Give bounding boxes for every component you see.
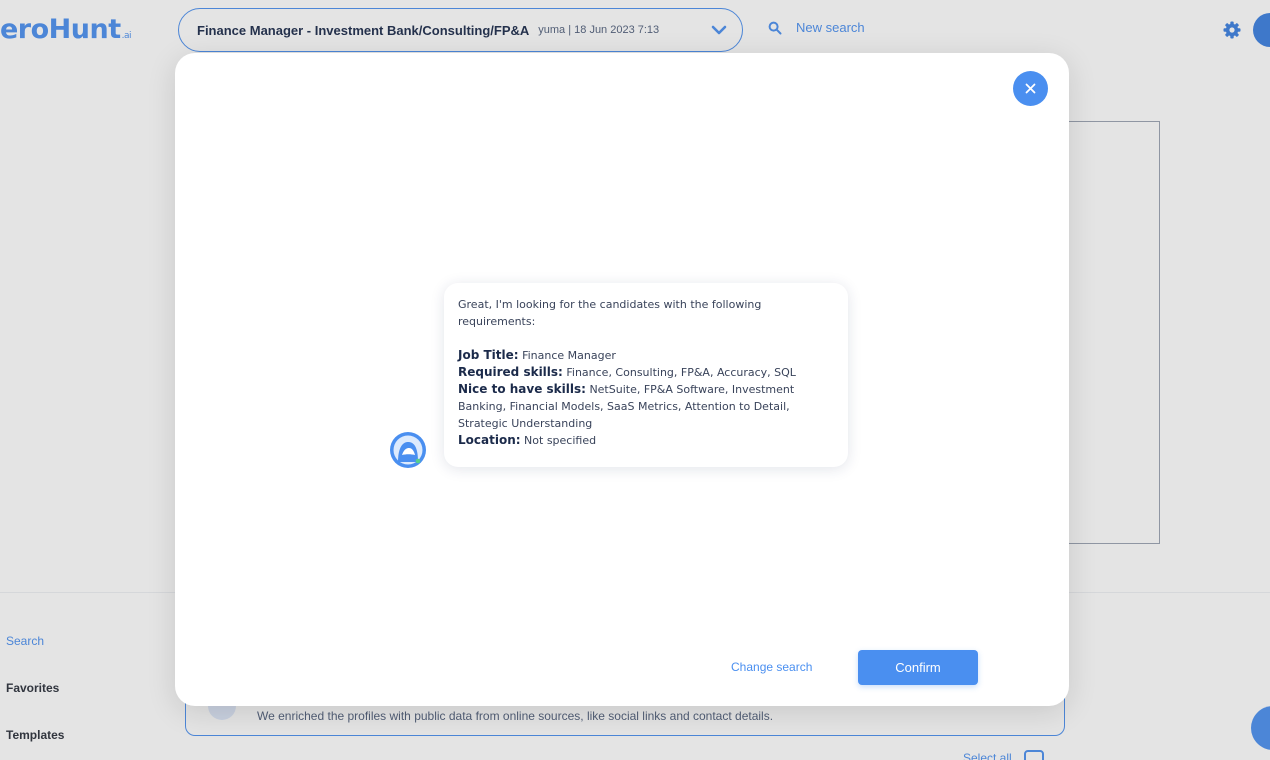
requirement-location: Location: Not specified bbox=[458, 432, 835, 449]
requirement-required-skills: Required skills: Finance, Consulting, FP… bbox=[458, 364, 835, 381]
confirm-button[interactable]: Confirm bbox=[858, 650, 978, 685]
change-search-button[interactable]: Change search bbox=[731, 660, 812, 674]
assistant-message-bubble: Great, I'm looking for the candidates wi… bbox=[444, 283, 848, 467]
assistant-avatar-icon bbox=[390, 432, 426, 468]
search-confirmation-modal: Great, I'm looking for the candidates wi… bbox=[175, 53, 1069, 706]
requirement-job-title: Job Title: Finance Manager bbox=[458, 347, 835, 364]
requirement-nice-to-have-skills: Nice to have skills: NetSuite, FP&A Soft… bbox=[458, 381, 835, 432]
requirement-key: Required skills: bbox=[458, 365, 563, 379]
requirement-key: Job Title: bbox=[458, 348, 519, 362]
requirement-key: Nice to have skills: bbox=[458, 382, 586, 396]
requirement-value: Finance Manager bbox=[522, 349, 616, 362]
requirement-value: Finance, Consulting, FP&A, Accuracy, SQL bbox=[566, 366, 796, 379]
close-button[interactable] bbox=[1013, 71, 1048, 106]
requirement-value: Not specified bbox=[524, 434, 597, 447]
requirement-key: Location: bbox=[458, 433, 521, 447]
message-intro: Great, I'm looking for the candidates wi… bbox=[458, 298, 762, 328]
close-icon bbox=[1025, 83, 1036, 94]
